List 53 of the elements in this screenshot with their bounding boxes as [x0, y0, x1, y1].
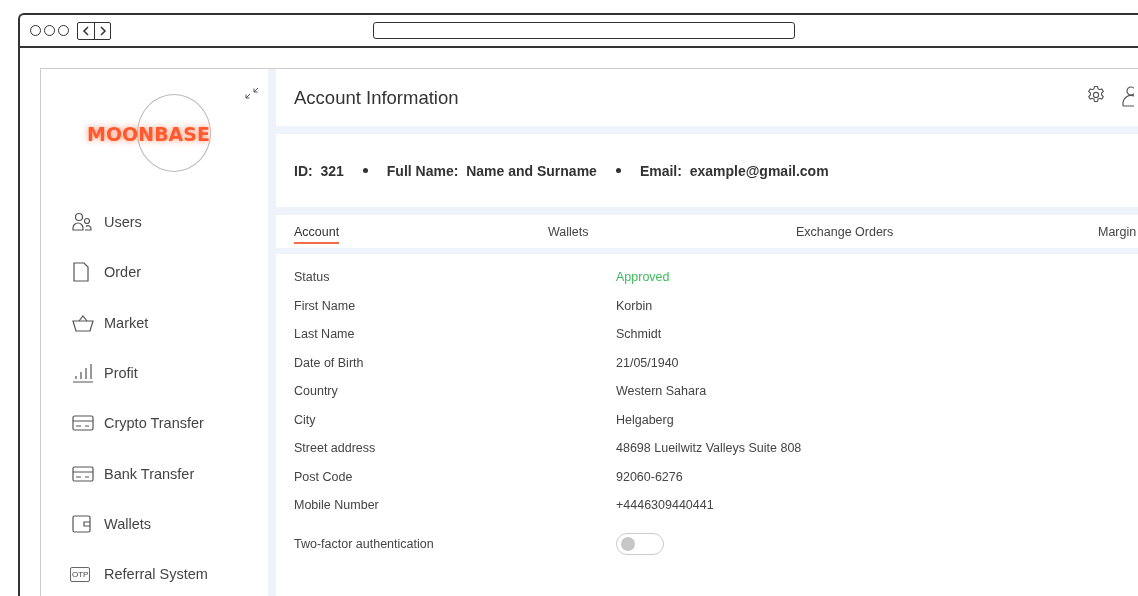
users-icon: [72, 212, 92, 233]
field-label: Two-factor authentication: [294, 536, 435, 551]
field-label: City: [294, 412, 317, 427]
page-title: Account Information: [294, 86, 459, 109]
field-value: 48698 Lueilwitz Valleys Suite 808: [616, 441, 802, 455]
address-bar[interactable]: [373, 22, 795, 39]
field-label: Post Code: [294, 469, 354, 484]
field-value: 92060-6276: [616, 469, 683, 484]
summary-field: Full Name: Name and Surname: [386, 162, 597, 179]
field-value: Western Sahara: [616, 384, 707, 398]
summary-field: ID: 321: [294, 162, 344, 179]
field-value: Helgaberg: [616, 412, 674, 427]
wallet-icon: [72, 513, 92, 534]
card-icon: [72, 415, 94, 432]
field-value: Schmidt: [616, 327, 662, 341]
toggle-switch[interactable]: [616, 532, 664, 555]
sidebar-item[interactable]: Market: [41, 297, 268, 348]
logo-text: MOONBASE: [87, 123, 210, 145]
document-icon: [72, 262, 90, 283]
user-icon[interactable]: [1122, 85, 1134, 107]
field-value: +4446309440441: [616, 498, 714, 512]
sidebar-item[interactable]: Wallets: [41, 498, 268, 550]
field-label: Street address: [294, 441, 377, 455]
status-value: Approved: [616, 270, 670, 284]
field-value: Korbin: [616, 298, 653, 313]
field-label: Last Name: [294, 327, 356, 341]
field-label: First Name: [294, 298, 357, 313]
tab[interactable]: Exchange Orders: [796, 225, 894, 242]
collapse-icon[interactable]: [244, 85, 260, 101]
bullet-separator: [362, 168, 368, 173]
field-label: Mobile Number: [294, 498, 380, 512]
basket-icon: [72, 313, 94, 332]
chevron-right-icon: [98, 25, 107, 36]
field-label: Country: [294, 384, 339, 398]
chevron-left-icon: [82, 25, 90, 36]
bullet-separator: [615, 168, 621, 173]
field-label: Status: [294, 270, 331, 284]
sidebar-item[interactable]: OTP Referral System: [41, 549, 268, 596]
settings-icon[interactable]: [1086, 85, 1106, 105]
otp-icon: OTP: [70, 566, 91, 582]
sidebar-item[interactable]: Order: [41, 247, 268, 298]
sidebar-item[interactable]: Users: [41, 197, 268, 248]
sidebar-item[interactable]: Crypto Transfer: [41, 398, 268, 449]
bar-chart-icon: [72, 363, 94, 384]
tab[interactable]: Margin: [1098, 225, 1137, 242]
field-label: Date of Birth: [294, 355, 365, 370]
card-icon: [72, 465, 94, 482]
tab[interactable]: Account: [294, 225, 340, 244]
sidebar-item[interactable]: Profit: [41, 347, 268, 399]
field-value: 21/05/1940: [616, 355, 679, 370]
sidebar-item[interactable]: Bank Transfer: [41, 448, 268, 499]
summary-field: Email: example@gmail.com: [639, 162, 829, 179]
tab[interactable]: Wallets: [548, 225, 589, 242]
